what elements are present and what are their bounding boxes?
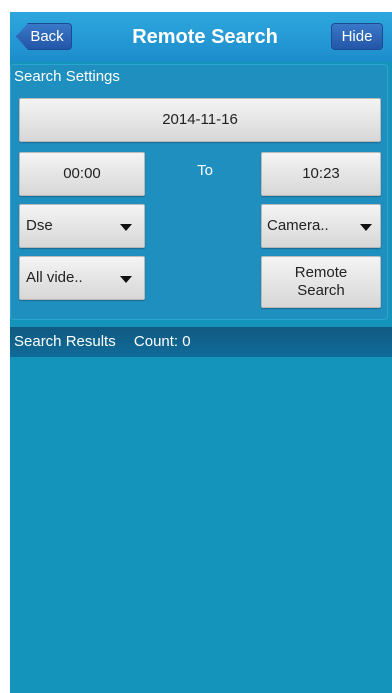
chevron-down-icon <box>120 276 132 283</box>
remote-search-label-line1: Remote <box>294 264 348 281</box>
search-settings-panel: Search Settings 2014-11-16 00:00 To 10:2… <box>10 64 388 320</box>
hide-button[interactable]: Hide <box>331 23 383 50</box>
date-picker-button[interactable]: 2014-11-16 <box>19 98 381 142</box>
chevron-down-icon <box>360 224 372 231</box>
back-button[interactable]: Back <box>16 23 72 50</box>
page-title: Remote Search <box>132 26 278 48</box>
chevron-down-icon <box>120 224 132 231</box>
camera-select-label: Camera.. <box>267 217 329 234</box>
remote-search-button[interactable]: Remote Search <box>261 256 381 308</box>
camera-select[interactable]: Camera.. <box>261 204 381 248</box>
search-results-list[interactable] <box>10 357 392 693</box>
header-bar: Back Remote Search Hide <box>10 12 392 62</box>
end-time-button[interactable]: 10:23 <box>261 152 381 196</box>
video-type-select-label: All vide.. <box>26 269 83 286</box>
result-count-value: 0 <box>182 333 191 350</box>
search-results-label: Search Results <box>14 333 116 350</box>
video-type-select[interactable]: All vide.. <box>19 256 145 300</box>
result-count-label: Count: <box>133 333 179 350</box>
remote-search-screen: Back Remote Search Hide Search Settings … <box>10 12 392 693</box>
start-time-button[interactable]: 00:00 <box>19 152 145 196</box>
search-settings-title: Search Settings <box>14 68 120 85</box>
device-select-label: Dse <box>26 217 53 234</box>
remote-search-label-line2: Search <box>297 282 345 299</box>
search-results-bar: Search Results Count: 0 <box>10 327 392 357</box>
device-select[interactable]: Dse <box>19 204 145 248</box>
to-label: To <box>197 162 213 179</box>
